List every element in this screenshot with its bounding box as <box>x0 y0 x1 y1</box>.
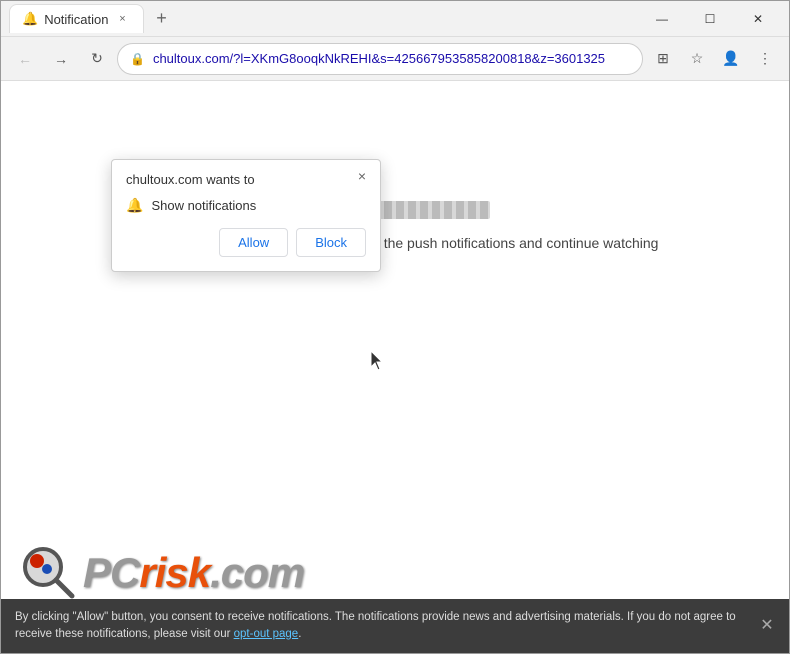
banner-text: By clicking "Allow" button, you consent … <box>15 609 749 644</box>
popup-title: chultoux.com wants to <box>126 172 366 187</box>
minimize-button[interactable]: — <box>639 1 685 37</box>
popup-item: 🔔 Show notifications <box>126 197 366 214</box>
bottom-banner: By clicking "Allow" button, you consent … <box>1 599 789 654</box>
lock-icon: 🔒 <box>130 52 145 66</box>
tab-favicon: 🔔 <box>22 11 38 27</box>
block-button[interactable]: Block <box>296 228 366 257</box>
logo-dotcom: .com <box>210 549 304 596</box>
forward-button[interactable]: → <box>45 43 77 75</box>
banner-close-button[interactable]: ✕ <box>755 614 779 638</box>
maximize-button[interactable]: ☐ <box>687 1 733 37</box>
logo-pc: PC <box>83 549 139 596</box>
pcrisk-logo: PCrisk.com <box>19 543 304 603</box>
banner-text-content: By clicking "Allow" button, you consent … <box>15 611 736 640</box>
profile-button[interactable]: 👤 <box>715 43 747 75</box>
tab-label: Notification <box>44 12 108 27</box>
page-content: × chultoux.com wants to 🔔 Show notificat… <box>1 81 789 653</box>
popup-buttons: Allow Block <box>126 228 366 257</box>
new-tab-button[interactable]: + <box>148 5 176 33</box>
toolbar-icons: ⊞ ☆ 👤 ⋮ <box>647 43 781 75</box>
extensions-button[interactable]: ⊞ <box>647 43 679 75</box>
pcrisk-svg-icon <box>19 543 79 603</box>
browser-window: 🔔 Notification × + — ☐ ✕ ← → ↻ 🔒 chultou… <box>0 0 790 654</box>
allow-button[interactable]: Allow <box>219 228 288 257</box>
url-text: chultoux.com/?l=XKmG8ooqkNkREHI&s=425667… <box>153 51 630 66</box>
tab-close-button[interactable]: × <box>115 11 131 27</box>
favorites-button[interactable]: ☆ <box>681 43 713 75</box>
close-button[interactable]: ✕ <box>735 1 781 37</box>
pcrisk-icon <box>19 543 79 603</box>
titlebar: 🔔 Notification × + — ☐ ✕ <box>1 1 789 37</box>
logo-text: PCrisk.com <box>83 549 304 597</box>
logo-risk: risk <box>139 549 210 596</box>
menu-button[interactable]: ⋮ <box>749 43 781 75</box>
back-button[interactable]: ← <box>9 43 41 75</box>
toolbar: ← → ↻ 🔒 chultoux.com/?l=XKmG8ooqkNkREHI&… <box>1 37 789 81</box>
reload-button[interactable]: ↻ <box>81 43 113 75</box>
address-bar[interactable]: 🔒 chultoux.com/?l=XKmG8ooqkNkREHI&s=4256… <box>117 43 643 75</box>
popup-close-button[interactable]: × <box>352 166 372 186</box>
notification-popup: × chultoux.com wants to 🔔 Show notificat… <box>111 159 381 272</box>
bell-icon: 🔔 <box>126 197 143 214</box>
popup-item-text: Show notifications <box>151 198 256 213</box>
active-tab[interactable]: 🔔 Notification × <box>9 4 144 33</box>
window-controls: — ☐ ✕ <box>639 1 781 37</box>
opt-out-link[interactable]: opt-out page <box>234 628 299 640</box>
cursor <box>371 351 383 369</box>
banner-text-end: . <box>298 628 301 640</box>
